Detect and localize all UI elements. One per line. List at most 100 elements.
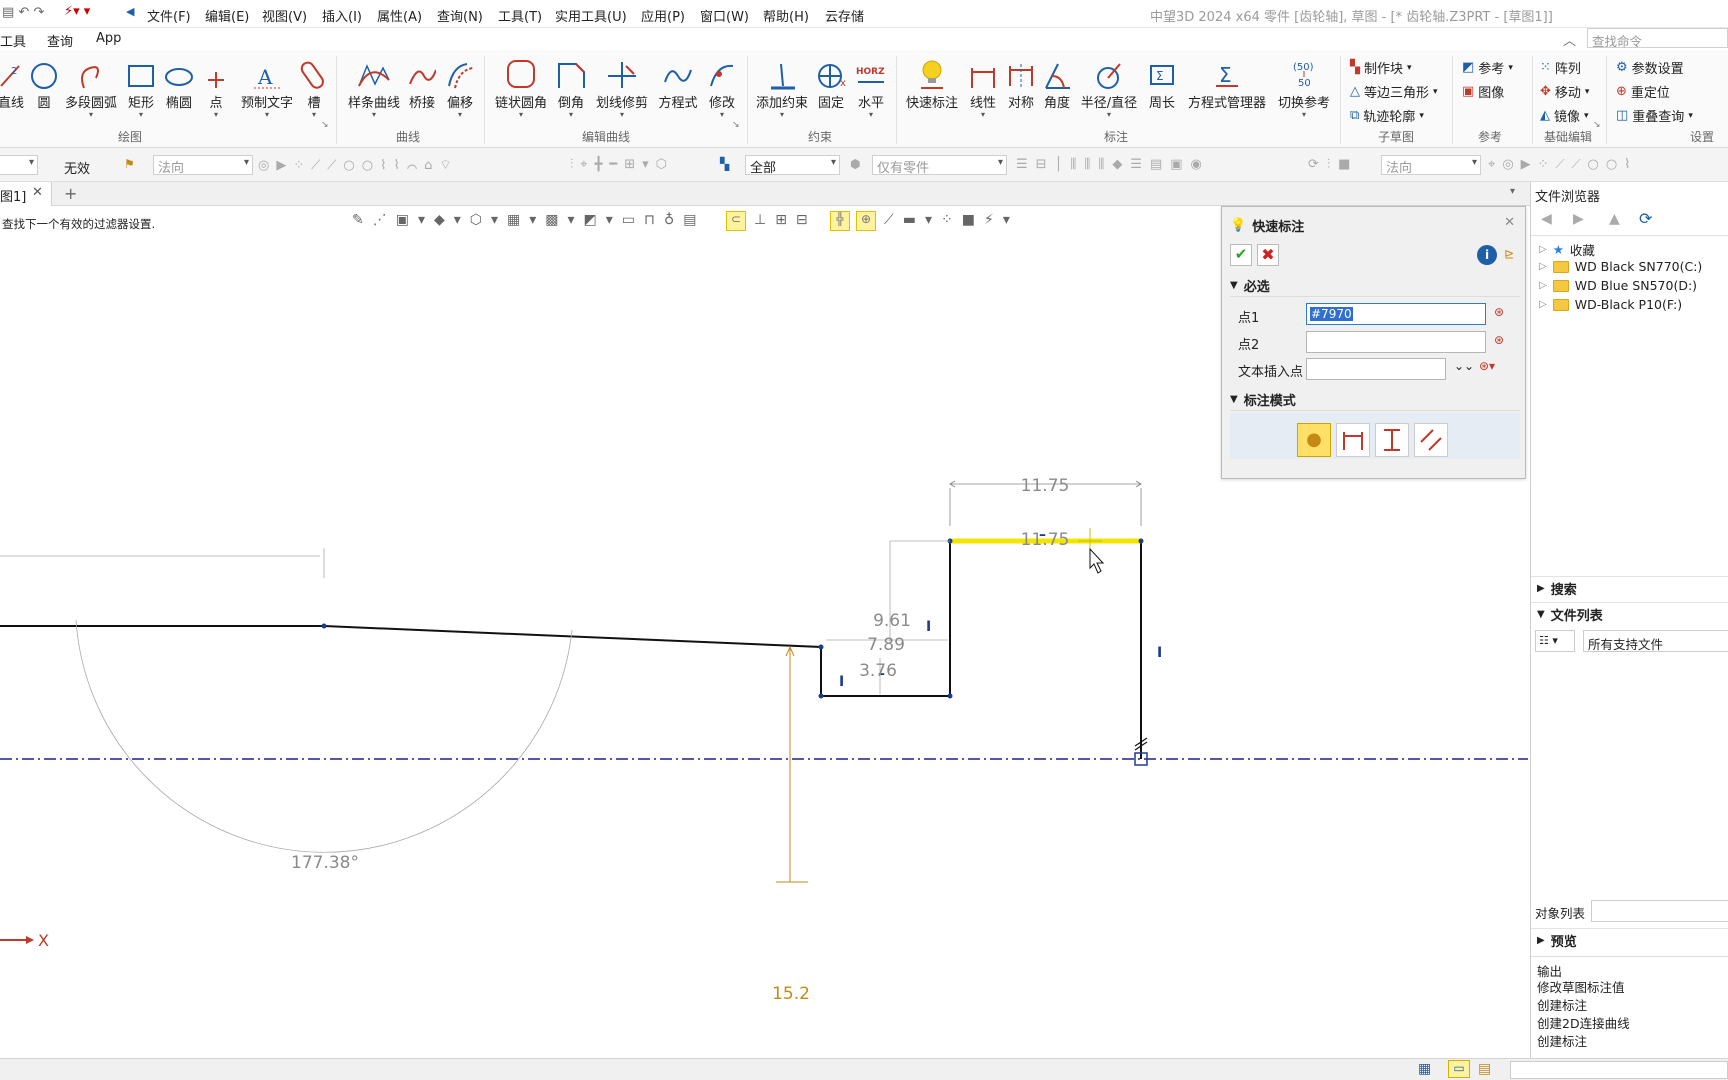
dim-angle[interactable]: 177.38° (291, 853, 359, 873)
filter-normal-combo[interactable]: 法向 (153, 155, 253, 176)
tree-item-drive-f[interactable]: ▷ WD-Black P10(F:) (1539, 297, 1682, 312)
point2-pick-icon[interactable]: ⊛ (1494, 333, 1504, 347)
object-list-input[interactable] (1591, 900, 1728, 922)
tree-item-favorites[interactable]: ▷ ★ 收藏 (1539, 240, 1595, 259)
equation-button[interactable]: 方程式 (658, 54, 698, 111)
menu-cloud[interactable]: 云存储 (825, 6, 864, 25)
menu-edit[interactable]: 编辑(E) (205, 6, 249, 25)
pin-icon[interactable]: ⊵ (1504, 247, 1514, 261)
point1-input[interactable]: #7970 (1306, 303, 1486, 325)
tab-tools[interactable]: 工具 (0, 31, 26, 50)
dim-step-height[interactable]: 3.76 (859, 661, 897, 681)
up-icon[interactable]: ▲ (1609, 211, 1620, 227)
point-button[interactable]: 点 ▾ (204, 54, 228, 119)
snap-icons-group-5[interactable]: ⌖◎▶⁘⟋⟋○○⌇ (1488, 157, 1638, 172)
menu-insert[interactable]: 插入(I) (322, 6, 362, 25)
section-file-list[interactable]: ▼ 文件列表 (1531, 602, 1728, 626)
ellipse-button[interactable]: 椭圆 (164, 54, 194, 111)
section-required[interactable]: ▼ 必选 (1230, 275, 1520, 297)
array-button[interactable]: ⁙ 阵列 (1540, 58, 1581, 77)
info-icon[interactable]: i (1477, 245, 1497, 265)
filter-combo-left[interactable] (0, 155, 38, 175)
quick-access-icons[interactable]: ▤ ↶ ↷ (2, 5, 44, 20)
group-basic-expand-icon[interactable]: ↘ (1593, 120, 1601, 130)
snap-icons-group-1[interactable]: ◎▶⁘⟋⟋○○⌇⌇⌒⌂⌔ (258, 157, 459, 173)
menu-tools[interactable]: 工具(T) (498, 6, 542, 25)
dim-height-large[interactable]: 9.61 (873, 611, 911, 631)
horizontal-button[interactable]: HORZ 水平 ▾ (854, 54, 888, 119)
part-filter-icon[interactable]: ⬢ (850, 157, 860, 171)
mode-auto-button[interactable]: ● (1297, 423, 1331, 457)
refresh-icon[interactable]: ⟳ (1639, 209, 1652, 228)
filter-icon[interactable]: ⚑ (124, 157, 135, 171)
equation-manager-button[interactable]: Σ 方程式管理器 (1186, 54, 1268, 111)
rectangle-button[interactable]: 矩形 ▾ (126, 54, 156, 119)
command-search-box[interactable]: 查找命令 (1587, 28, 1728, 49)
relocate-button[interactable]: ⊕ 重定位 (1616, 82, 1670, 101)
section-search[interactable]: ▶ 搜索 (1531, 576, 1728, 600)
sketch-profile[interactable] (0, 540, 1142, 759)
ribbon-collapse-icon[interactable]: ︿ (1563, 30, 1576, 49)
tab-sketch1[interactable]: 图1] ✕ (0, 182, 52, 206)
reference-button[interactable]: ◩ 参考 ▾ (1462, 58, 1513, 77)
text-insert-pick-icon[interactable]: ⊛▾ (1479, 359, 1495, 373)
circle-button[interactable]: 圆 (30, 54, 58, 111)
multi-arc-button[interactable]: 多段圆弧 ▾ (64, 54, 118, 119)
angle-dim-button[interactable]: 角度 (1042, 54, 1072, 111)
forward-icon[interactable]: ▶ (1573, 211, 1584, 227)
menu-query[interactable]: 查询(N) (437, 6, 483, 25)
linear-dim-button[interactable]: 线性 ▾ (968, 54, 998, 119)
selection-scope-combo[interactable]: 全部 (745, 155, 840, 176)
quick-dim-button[interactable]: 快速标注 (904, 54, 960, 111)
parameter-settings-button[interactable]: ⚙ 参数设置 (1616, 58, 1684, 77)
history-icon[interactable]: ⚡▾ ▾ (64, 4, 90, 19)
menu-help[interactable]: 帮助(H) (763, 6, 809, 25)
group-edit-expand-icon[interactable]: ↘ (732, 120, 740, 130)
filter-normal-combo-2[interactable]: 法向 (1381, 155, 1481, 176)
part-filter-combo[interactable]: 仅有零件 (872, 155, 1007, 176)
mirror-button[interactable]: ◭ 镜像 ▾ (1540, 106, 1589, 125)
menu-apps[interactable]: 应用(P) (641, 6, 685, 25)
mode-aligned-button[interactable] (1414, 423, 1448, 457)
expand-chevron-icon[interactable]: ⌄⌄ (1454, 359, 1474, 373)
dim-step-width[interactable]: 7.89 (867, 635, 905, 655)
overlap-query-button[interactable]: ◫ 重叠查询 ▾ (1616, 106, 1693, 125)
line-button[interactable]: 2 直线 (0, 54, 26, 111)
section-preview[interactable]: ▶ 预览 (1531, 928, 1728, 952)
tab-query[interactable]: 查询 (47, 31, 73, 50)
preset-text-button[interactable]: A 预制文字 ▾ (240, 54, 294, 119)
fixed-button[interactable]: x 固定 (816, 54, 846, 111)
toggle-reference-button[interactable]: (50) 50 切换参考 ▾ (1276, 54, 1332, 119)
menu-file[interactable]: 文件(F) (147, 6, 191, 25)
slot-button[interactable]: 槽 ▾ (300, 54, 328, 119)
status-icon-grid[interactable]: ▦ (1418, 1061, 1431, 1077)
status-input[interactable] (1510, 1061, 1728, 1079)
equilateral-triangle-button[interactable]: △ 等边三角形 ▾ (1350, 82, 1438, 101)
move-button[interactable]: ✥ 移动 ▾ (1540, 82, 1589, 101)
radius-diameter-button[interactable]: 半径/直径 ▾ (1080, 54, 1138, 119)
status-icon-doc[interactable]: ▤ (1478, 1061, 1491, 1077)
tree-item-drive-d[interactable]: ▷ WD Blue SN570(D:) (1539, 278, 1697, 293)
add-constraint-button[interactable]: 添加约束 ▾ (756, 54, 808, 119)
snap-icons-group-3[interactable]: ☰⊟│⫼⫼⫼◆☰▤▣◉ (1016, 157, 1210, 172)
dim-edge-width[interactable]: 11.75 (1021, 530, 1070, 550)
menu-view[interactable]: 视图(V) (262, 6, 307, 25)
trajectory-profile-button[interactable]: ⧉ 轨迹轮廓 ▾ (1350, 106, 1424, 125)
trim-button[interactable]: 划线修剪 ▾ (594, 54, 650, 119)
panel-menu-icon[interactable]: ▾ (1510, 186, 1515, 197)
modify-button[interactable]: 修改 ▾ (706, 54, 738, 119)
back-icon[interactable]: ◀ (1541, 211, 1552, 227)
section-dimension-mode[interactable]: ▼ 标注模式 (1230, 389, 1520, 411)
cancel-button[interactable]: ✖ (1257, 244, 1279, 266)
collapse-arrow-icon[interactable]: ◀ (126, 5, 134, 18)
point1-pick-icon[interactable]: ⊛ (1494, 305, 1504, 319)
snap-icons-group-4[interactable]: ⟳⫶■ (1308, 157, 1358, 172)
menu-window[interactable]: 窗口(W) (700, 6, 749, 25)
chamfer-button[interactable]: 倒角 ▾ (556, 54, 586, 119)
dim-diameter[interactable]: 15.2 (772, 984, 810, 1004)
make-block-button[interactable]: ▚ 制作块 ▾ (1350, 58, 1412, 77)
group-draw-expand-icon[interactable]: ↘ (321, 120, 329, 130)
snap-icons-group-2[interactable]: ⫶⌖╋━⊞▾⬡ (570, 157, 674, 172)
text-insert-input[interactable] (1306, 358, 1446, 380)
mode-horizontal-button[interactable] (1336, 423, 1370, 457)
